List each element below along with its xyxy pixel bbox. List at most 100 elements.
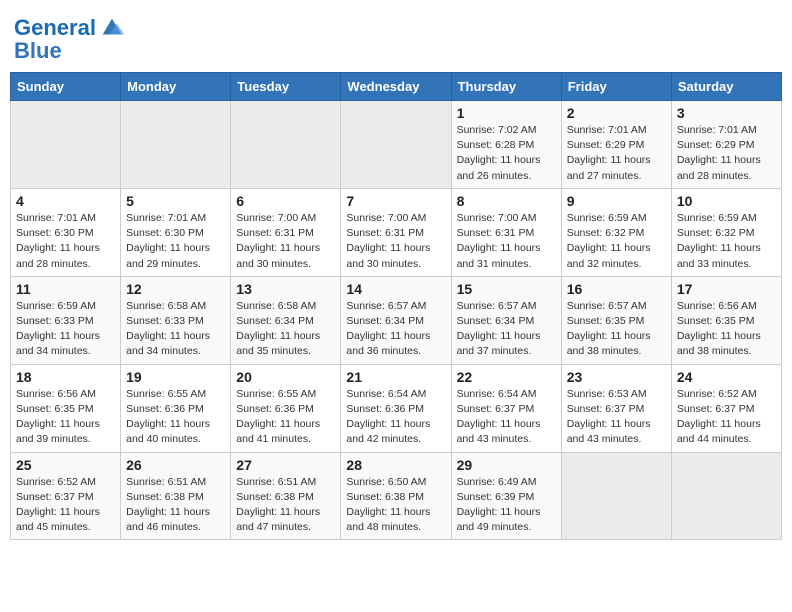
day-number: 23 (567, 369, 666, 385)
day-detail: Sunrise: 6:55 AMSunset: 6:36 PMDaylight:… (126, 387, 225, 448)
calendar-cell: 29Sunrise: 6:49 AMSunset: 6:39 PMDayligh… (451, 452, 561, 540)
week-row-3: 11 Sunrise: 6:59 AMSunset: 6:33 PMDayligh… (11, 276, 782, 364)
day-number: 7 (346, 193, 445, 209)
calendar-cell: 22 Sunrise: 6:54 AMSunset: 6:37 PMDayligh… (451, 364, 561, 452)
day-detail: Sunrise: 7:00 AMSunset: 6:31 PMDaylight:… (346, 211, 445, 272)
calendar-cell: 7 Sunrise: 7:00 AMSunset: 6:31 PMDaylight… (341, 188, 451, 276)
calendar-cell (231, 101, 341, 189)
day-detail: Sunrise: 6:59 AMSunset: 6:32 PMDaylight:… (677, 211, 776, 272)
day-detail: Sunrise: 7:01 AMSunset: 6:30 PMDaylight:… (126, 211, 225, 272)
day-detail: Sunrise: 6:59 AMSunset: 6:33 PMDaylight:… (16, 299, 115, 360)
day-number: 11 (16, 281, 115, 297)
day-detail: Sunrise: 7:01 AMSunset: 6:29 PMDaylight:… (567, 123, 666, 184)
calendar-cell: 2 Sunrise: 7:01 AMSunset: 6:29 PMDaylight… (561, 101, 671, 189)
calendar-cell (11, 101, 121, 189)
day-detail: Sunrise: 6:50 AMSunset: 6:38 PMDaylight:… (346, 475, 445, 536)
day-detail: Sunrise: 6:55 AMSunset: 6:36 PMDaylight:… (236, 387, 335, 448)
day-detail: Sunrise: 6:59 AMSunset: 6:32 PMDaylight:… (567, 211, 666, 272)
calendar-cell: 11 Sunrise: 6:59 AMSunset: 6:33 PMDayligh… (11, 276, 121, 364)
day-number: 19 (126, 369, 225, 385)
day-detail: Sunrise: 6:54 AMSunset: 6:37 PMDaylight:… (457, 387, 556, 448)
weekday-header-monday: Monday (121, 73, 231, 101)
day-detail: Sunrise: 6:53 AMSunset: 6:37 PMDaylight:… (567, 387, 666, 448)
day-number: 14 (346, 281, 445, 297)
weekday-header-friday: Friday (561, 73, 671, 101)
day-number: 10 (677, 193, 776, 209)
calendar-cell: 18 Sunrise: 6:56 AMSunset: 6:35 PMDayligh… (11, 364, 121, 452)
calendar-cell: 8 Sunrise: 7:00 AMSunset: 6:31 PMDaylight… (451, 188, 561, 276)
calendar-cell: 20Sunrise: 6:55 AMSunset: 6:36 PMDayligh… (231, 364, 341, 452)
calendar-cell: 28 Sunrise: 6:50 AMSunset: 6:38 PMDayligh… (341, 452, 451, 540)
calendar-cell: 17 Sunrise: 6:56 AMSunset: 6:35 PMDayligh… (671, 276, 781, 364)
week-row-5: 25 Sunrise: 6:52 AMSunset: 6:37 PMDayligh… (11, 452, 782, 540)
day-number: 9 (567, 193, 666, 209)
day-number: 6 (236, 193, 335, 209)
day-number: 27 (236, 457, 335, 473)
calendar-cell: 24Sunrise: 6:52 AMSunset: 6:37 PMDayligh… (671, 364, 781, 452)
calendar-cell: 23 Sunrise: 6:53 AMSunset: 6:37 PMDayligh… (561, 364, 671, 452)
day-number: 8 (457, 193, 556, 209)
day-number: 28 (346, 457, 445, 473)
day-number: 15 (457, 281, 556, 297)
weekday-header-tuesday: Tuesday (231, 73, 341, 101)
day-number: 16 (567, 281, 666, 297)
day-detail: Sunrise: 6:51 AMSunset: 6:38 PMDaylight:… (236, 475, 335, 536)
calendar-cell: 10 Sunrise: 6:59 AMSunset: 6:32 PMDayligh… (671, 188, 781, 276)
day-number: 26 (126, 457, 225, 473)
day-detail: Sunrise: 6:51 AMSunset: 6:38 PMDaylight:… (126, 475, 225, 536)
day-detail: Sunrise: 7:02 AMSunset: 6:28 PMDaylight:… (457, 123, 556, 184)
day-number: 3 (677, 105, 776, 121)
calendar-cell: 15Sunrise: 6:57 AMSunset: 6:34 PMDayligh… (451, 276, 561, 364)
week-row-1: 1 Sunrise: 7:02 AMSunset: 6:28 PMDaylight… (11, 101, 782, 189)
weekday-header-row: SundayMondayTuesdayWednesdayThursdayFrid… (11, 73, 782, 101)
day-number: 4 (16, 193, 115, 209)
calendar-cell: 9 Sunrise: 6:59 AMSunset: 6:32 PMDaylight… (561, 188, 671, 276)
calendar-cell: 26 Sunrise: 6:51 AMSunset: 6:38 PMDayligh… (121, 452, 231, 540)
weekday-header-saturday: Saturday (671, 73, 781, 101)
day-detail: Sunrise: 6:58 AMSunset: 6:33 PMDaylight:… (126, 299, 225, 360)
day-detail: Sunrise: 6:58 AMSunset: 6:34 PMDaylight:… (236, 299, 335, 360)
day-detail: Sunrise: 6:56 AMSunset: 6:35 PMDaylight:… (16, 387, 115, 448)
day-number: 22 (457, 369, 556, 385)
day-detail: Sunrise: 7:01 AMSunset: 6:29 PMDaylight:… (677, 123, 776, 184)
calendar-cell: 5 Sunrise: 7:01 AMSunset: 6:30 PMDaylight… (121, 188, 231, 276)
calendar-cell: 13 Sunrise: 6:58 AMSunset: 6:34 PMDayligh… (231, 276, 341, 364)
day-number: 1 (457, 105, 556, 121)
logo-text: General (14, 16, 96, 40)
calendar-cell: 3 Sunrise: 7:01 AMSunset: 6:29 PMDaylight… (671, 101, 781, 189)
calendar-cell: 12Sunrise: 6:58 AMSunset: 6:33 PMDayligh… (121, 276, 231, 364)
day-number: 17 (677, 281, 776, 297)
day-number: 18 (16, 369, 115, 385)
weekday-header-thursday: Thursday (451, 73, 561, 101)
day-detail: Sunrise: 6:52 AMSunset: 6:37 PMDaylight:… (16, 475, 115, 536)
day-detail: Sunrise: 6:57 AMSunset: 6:34 PMDaylight:… (346, 299, 445, 360)
calendar-cell (121, 101, 231, 189)
day-number: 5 (126, 193, 225, 209)
page-header: General Blue (10, 10, 782, 64)
calendar-cell: 27 Sunrise: 6:51 AMSunset: 6:38 PMDayligh… (231, 452, 341, 540)
weekday-header-wednesday: Wednesday (341, 73, 451, 101)
day-number: 13 (236, 281, 335, 297)
calendar-cell: 19 Sunrise: 6:55 AMSunset: 6:36 PMDayligh… (121, 364, 231, 452)
day-detail: Sunrise: 6:54 AMSunset: 6:36 PMDaylight:… (346, 387, 445, 448)
calendar-table: SundayMondayTuesdayWednesdayThursdayFrid… (10, 72, 782, 540)
logo: General Blue (14, 14, 126, 64)
calendar-cell: 21 Sunrise: 6:54 AMSunset: 6:36 PMDayligh… (341, 364, 451, 452)
week-row-4: 18 Sunrise: 6:56 AMSunset: 6:35 PMDayligh… (11, 364, 782, 452)
calendar-cell (671, 452, 781, 540)
day-number: 25 (16, 457, 115, 473)
day-number: 21 (346, 369, 445, 385)
calendar-cell (561, 452, 671, 540)
calendar-cell (341, 101, 451, 189)
calendar-cell: 25 Sunrise: 6:52 AMSunset: 6:37 PMDayligh… (11, 452, 121, 540)
day-detail: Sunrise: 7:00 AMSunset: 6:31 PMDaylight:… (236, 211, 335, 272)
calendar-cell: 6 Sunrise: 7:00 AMSunset: 6:31 PMDaylight… (231, 188, 341, 276)
day-detail: Sunrise: 6:57 AMSunset: 6:35 PMDaylight:… (567, 299, 666, 360)
day-detail: Sunrise: 6:56 AMSunset: 6:35 PMDaylight:… (677, 299, 776, 360)
calendar-cell: 1 Sunrise: 7:02 AMSunset: 6:28 PMDaylight… (451, 101, 561, 189)
day-number: 2 (567, 105, 666, 121)
calendar-cell: 16 Sunrise: 6:57 AMSunset: 6:35 PMDayligh… (561, 276, 671, 364)
day-number: 29 (457, 457, 556, 473)
day-detail: Sunrise: 7:00 AMSunset: 6:31 PMDaylight:… (457, 211, 556, 272)
day-number: 24 (677, 369, 776, 385)
